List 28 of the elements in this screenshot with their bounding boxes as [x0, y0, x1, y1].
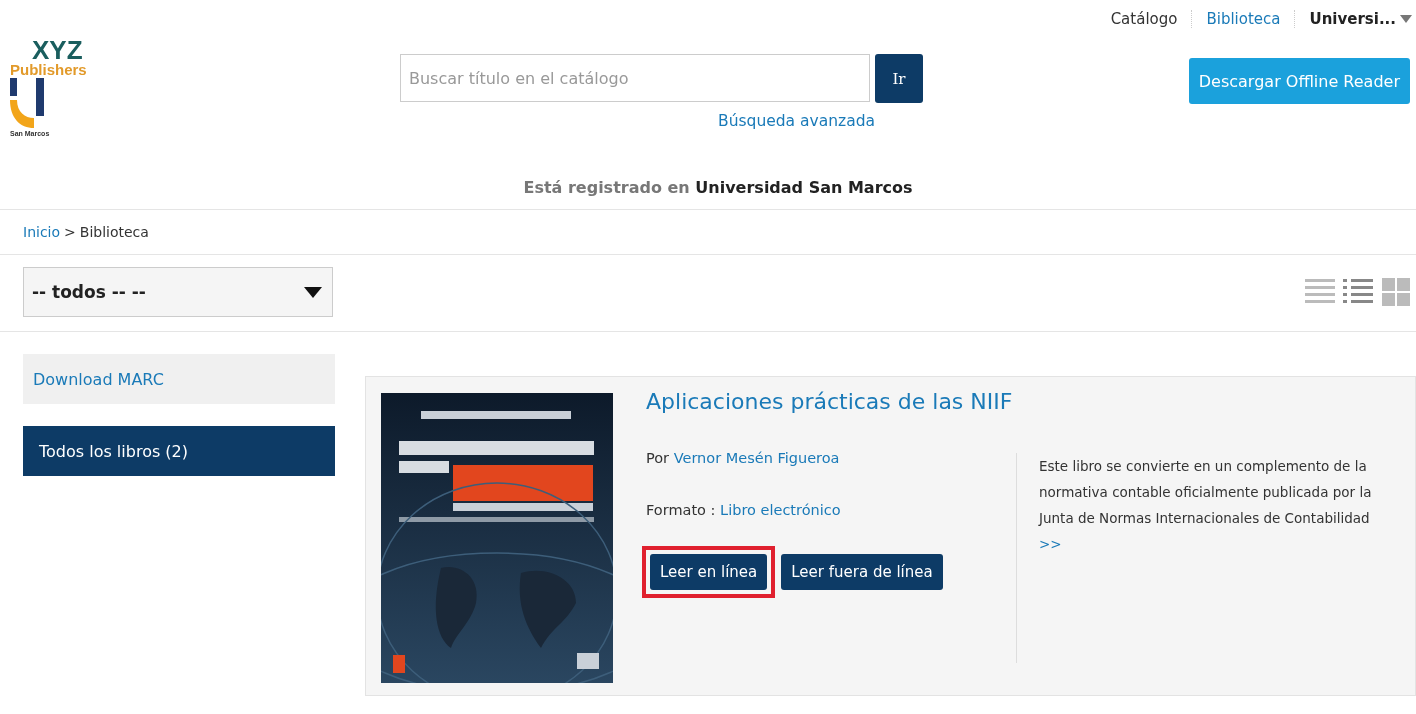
nav-link[interactable]: Catálogo — [1096, 10, 1192, 28]
filter-dropdown[interactable]: -- todos -- -- — [23, 267, 333, 317]
sidebar-item[interactable]: Todos los libros (2) — [23, 426, 335, 476]
read-button[interactable]: Leer fuera de línea — [781, 554, 943, 590]
sidebar-item[interactable]: Download MARC — [23, 354, 335, 404]
breadcrumb-separator: > — [64, 224, 76, 240]
grid-view-icon[interactable] — [1381, 277, 1411, 307]
breadcrumb-link[interactable]: Inicio — [23, 224, 61, 240]
search-field[interactable]: Buscar título en el catálogo — [400, 54, 870, 102]
search-button[interactable]: Ir — [875, 54, 923, 103]
format-link[interactable]: Libro electrónico — [720, 502, 841, 518]
author-label: Por — [646, 450, 670, 466]
book-description: Este libro se convierte en un complemento de la normativa contable oficialmente publicada por la Junta de Normas Internacionales de Contabilidad >> — [1016, 453, 1389, 663]
nav-link[interactable]: Universi... — [1294, 10, 1412, 28]
logo-text: XYZ — [32, 38, 83, 62]
breadcrumb-current: Biblioteca — [79, 224, 149, 240]
dropdown-caret-icon — [304, 286, 322, 298]
nav-link[interactable]: Biblioteca — [1191, 10, 1295, 28]
read-button[interactable]: Leer en línea — [650, 554, 768, 590]
author-link[interactable]: Vernor Mesén Figueroa — [673, 450, 840, 466]
registration-text: Está registrado en Universidad San Marcos — [522, 178, 914, 199]
format-label: Formato : — [646, 502, 716, 518]
more-link[interactable]: >> — [1039, 536, 1062, 552]
book-title[interactable]: Aplicaciones prácticas de las NIIF — [646, 389, 1016, 414]
advanced-search-link[interactable]: Búsqueda avanzada — [718, 112, 875, 130]
logo-text: Publishers — [10, 62, 88, 78]
download-button[interactable]: Descargar Offline Reader — [1188, 58, 1410, 104]
caret-icon — [1400, 15, 1412, 23]
